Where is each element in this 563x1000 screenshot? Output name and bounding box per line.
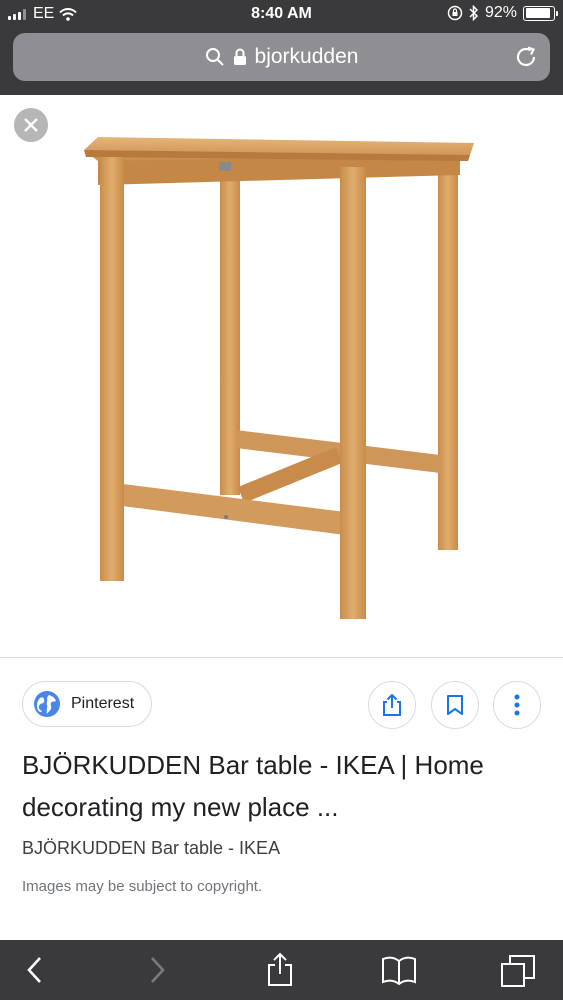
forward-icon[interactable]: [146, 952, 168, 988]
back-icon[interactable]: [24, 952, 46, 988]
globe-icon: [34, 691, 60, 717]
lock-icon: [233, 48, 246, 65]
bookmark-icon: [447, 695, 463, 715]
close-button[interactable]: [14, 108, 48, 142]
address-bar[interactable]: bjorkudden: [13, 33, 550, 81]
share-icon: [383, 693, 401, 716]
status-right: 92%: [447, 4, 558, 22]
share-button[interactable]: [368, 681, 416, 729]
source-name: Pinterest: [71, 695, 135, 712]
bookmarks-icon[interactable]: [380, 952, 418, 988]
product-image[interactable]: [0, 95, 563, 658]
share-icon[interactable]: [265, 952, 295, 988]
search-icon: [205, 48, 224, 66]
copyright-notice: Images may be subject to copyright.: [22, 878, 263, 895]
result-subtitle[interactable]: BJÖRKUDDEN Bar table - IKEA: [22, 838, 280, 859]
browser-toolbar: [0, 940, 563, 1000]
result-title[interactable]: BJÖRKUDDEN Bar table - IKEA | Home decor…: [22, 744, 542, 828]
browser-chrome: EE 8:40 AM 92% bjorkudden: [0, 0, 563, 95]
more-icon: [514, 694, 520, 716]
battery-fill: [525, 8, 551, 18]
tabs-icon[interactable]: [500, 952, 538, 988]
close-icon: [24, 118, 38, 132]
more-button[interactable]: [493, 681, 541, 729]
divider: [0, 657, 563, 658]
orientation-lock-icon: [447, 5, 463, 21]
bluetooth-icon: [469, 5, 479, 21]
url-text: bjorkudden: [254, 45, 359, 68]
bar-table-image: [84, 137, 474, 619]
status-bar: EE 8:40 AM 92%: [0, 0, 563, 30]
battery-icon: [523, 5, 558, 21]
address-content: bjorkudden: [13, 45, 550, 69]
battery-percent: 92%: [484, 4, 517, 21]
save-button[interactable]: [431, 681, 479, 729]
source-chip[interactable]: Pinterest: [22, 681, 153, 727]
reload-icon[interactable]: [514, 45, 538, 69]
